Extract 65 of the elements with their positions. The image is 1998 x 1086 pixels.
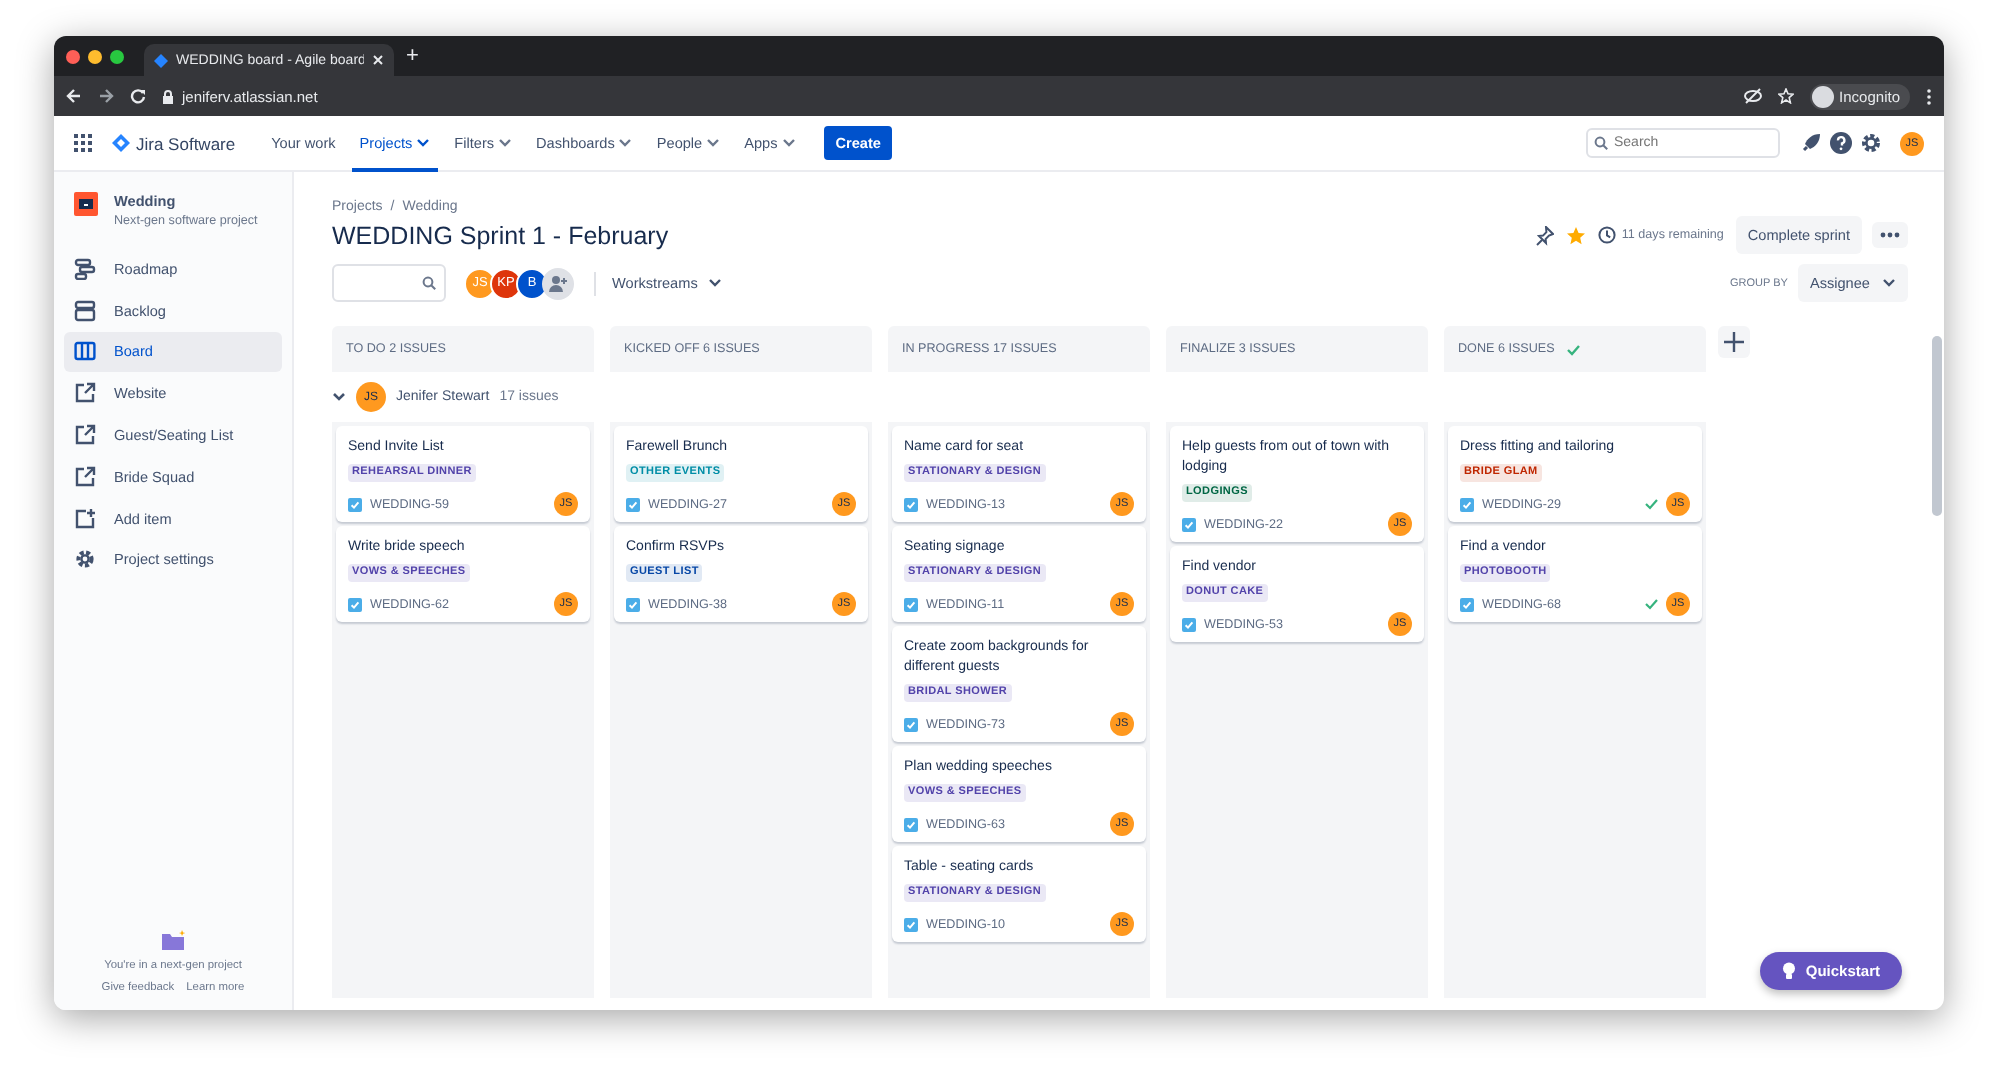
- settings-icon[interactable]: [1860, 132, 1882, 154]
- checkbox-icon: [626, 597, 640, 611]
- checkbox-icon: [1182, 617, 1196, 631]
- scrollbar[interactable]: [1932, 336, 1942, 516]
- diamond-logo-icon: [112, 134, 130, 152]
- checkbox-icon: [1182, 517, 1196, 531]
- eye-off-icon: [1743, 88, 1762, 104]
- more-button[interactable]: [1872, 222, 1908, 248]
- add-column-button[interactable]: [1718, 326, 1750, 358]
- help-icon[interactable]: [1830, 132, 1852, 154]
- more-icon: [1880, 232, 1900, 238]
- search-icon: [422, 276, 436, 290]
- forward-icon[interactable]: [98, 88, 114, 104]
- reload-icon[interactable]: [130, 88, 146, 104]
- star-outline-icon[interactable]: [1777, 88, 1794, 104]
- pin-icon[interactable]: [1535, 225, 1554, 245]
- chevron-down-icon[interactable]: [332, 392, 346, 402]
- checkbox-icon: [904, 717, 918, 731]
- page-title: WEDDING Sprint 1 - February: [332, 221, 671, 249]
- board-icon: [74, 340, 96, 363]
- add-person-icon[interactable]: [542, 267, 574, 299]
- close-icon: [372, 54, 384, 66]
- search-icon: [1594, 136, 1608, 150]
- add-page-icon: [74, 507, 96, 530]
- rocket-icon[interactable]: [1800, 132, 1822, 154]
- chevron-down-icon: [498, 138, 513, 148]
- chevron-down-icon: [781, 138, 796, 148]
- checkbox-icon: [904, 817, 918, 831]
- new-tab-button[interactable]: +: [406, 44, 419, 68]
- profile-icon: [1811, 85, 1834, 107]
- plus-icon: [1718, 326, 1750, 358]
- check-icon: [1644, 598, 1658, 610]
- search-field[interactable]: [332, 264, 446, 302]
- chevron-down-icon: [706, 138, 721, 148]
- checkbox-icon: [626, 497, 640, 511]
- external-link-icon: [74, 382, 96, 405]
- app-grid-icon[interactable]: [74, 134, 92, 152]
- chevron-down-icon: [618, 138, 633, 148]
- chevron-down-icon: [416, 138, 431, 148]
- checkbox-icon: [904, 917, 918, 931]
- lock-icon: [162, 89, 174, 103]
- roadmap-icon: [74, 257, 96, 280]
- star-icon[interactable]: [1565, 225, 1586, 245]
- checkbox-icon: [348, 497, 362, 511]
- check-icon: [1644, 498, 1658, 510]
- checkbox-icon: [348, 597, 362, 611]
- checkbox-icon: [904, 497, 918, 511]
- project-logo-icon: [74, 192, 98, 216]
- clock-icon: [1597, 226, 1616, 244]
- checkbox-icon: [1460, 597, 1474, 611]
- more-vertical-icon[interactable]: [1926, 87, 1932, 105]
- diamond-logo-icon: [154, 53, 168, 67]
- backlog-icon: [74, 299, 96, 322]
- external-link-icon: [74, 465, 96, 488]
- back-icon[interactable]: [66, 88, 82, 104]
- checkbox-icon: [904, 597, 918, 611]
- chevron-down-icon: [1882, 278, 1896, 288]
- check-icon: [1566, 343, 1581, 355]
- chevron-down-icon: [707, 278, 722, 288]
- settings-icon: [74, 548, 96, 571]
- checkbox-icon: [1460, 497, 1474, 511]
- lightbulb-icon: [1781, 962, 1796, 980]
- external-link-icon: [74, 424, 96, 447]
- folder-icon: [161, 930, 185, 950]
- product-name[interactable]: Jira Software: [136, 133, 236, 153]
